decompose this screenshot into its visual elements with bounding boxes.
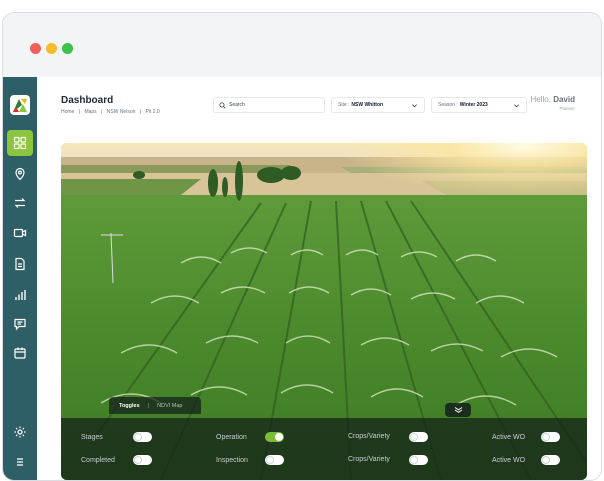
close-window-button[interactable] (30, 43, 41, 54)
nav-item-documents[interactable] (7, 251, 33, 277)
toggle-label-crops-variety-2: Crops/Variety (348, 456, 390, 463)
site-select-value: NSW Whitton (351, 102, 384, 108)
tab-separator: | (147, 402, 150, 409)
breadcrumb-current: Pit 2.0 (145, 109, 160, 115)
document-icon (15, 257, 25, 271)
nav-item-transfers[interactable] (7, 190, 33, 216)
toggle-label-completed: Completed (81, 457, 115, 464)
chevron-double-down-icon (454, 407, 462, 413)
toggle-label-inspection: Inspection (216, 457, 248, 464)
toggle-crops-variety[interactable] (409, 432, 428, 442)
toggle-operation[interactable] (265, 432, 284, 442)
greeting-text: Hello, (530, 95, 551, 104)
user-name: David (553, 95, 575, 104)
toggle-stages[interactable] (133, 432, 152, 442)
nav-item-reports[interactable] (7, 282, 33, 308)
message-icon (14, 318, 26, 331)
title-bar (3, 13, 601, 77)
browser-window: Dashboard Home | Maps | NSW Nelson | Pit… (2, 12, 602, 481)
bar-chart-icon (15, 290, 26, 300)
breadcrumb-separator: | (139, 109, 142, 115)
season-select-label: Season : (438, 102, 458, 108)
breadcrumb: Home | Maps | NSW Nelson | Pit 2.0 (61, 109, 163, 115)
menu-icon (17, 458, 23, 466)
chevron-down-icon (412, 104, 417, 108)
search-icon (219, 101, 226, 109)
maximize-window-button[interactable] (62, 43, 73, 54)
nav-item-video[interactable] (7, 220, 33, 246)
breadcrumb-home[interactable]: Home (61, 109, 74, 115)
field-map-view[interactable]: Toggles | NDVI Map Stages Completed Oper… (61, 143, 587, 480)
collapse-panel-button[interactable] (445, 403, 471, 417)
toggle-label-active-wo: Active WO (492, 434, 526, 441)
nav-item-settings[interactable] (7, 419, 33, 445)
panel-tabs: Toggles | NDVI Map (109, 397, 201, 414)
site-select[interactable]: Site : NSW Whitton (331, 97, 425, 113)
gear-icon (14, 426, 26, 438)
breadcrumb-maps[interactable]: Maps (84, 109, 96, 115)
grid-icon (13, 136, 27, 150)
nav-item-menu[interactable] (7, 449, 33, 475)
toggle-crops-variety-2[interactable] (409, 455, 428, 465)
toggle-inspection[interactable] (265, 455, 284, 465)
breadcrumb-separator: | (101, 109, 103, 115)
season-select-value: Winter 2023 (459, 102, 488, 108)
tab-toggles[interactable]: Toggles (119, 403, 140, 409)
toggle-label-stages: Stages (81, 434, 103, 441)
main-content: Dashboard Home | Maps | NSW Nelson | Pit… (37, 77, 601, 480)
nav-item-messages[interactable] (7, 311, 33, 337)
breadcrumb-separator: | (78, 109, 81, 115)
nav-item-dashboard[interactable] (7, 130, 33, 156)
tab-ndvi-map[interactable]: NDVI Map (157, 403, 182, 409)
season-select[interactable]: Season : Winter 2023 (431, 97, 527, 113)
search-box[interactable] (213, 97, 325, 113)
nav-item-maps[interactable] (7, 161, 33, 187)
sidebar (3, 77, 37, 480)
breadcrumb-nsw-nelson[interactable]: NSW Nelson (107, 109, 136, 115)
map-pin-icon (15, 167, 25, 181)
chevron-down-icon (514, 104, 519, 108)
video-icon (13, 228, 27, 238)
toggle-label-active-wo-2: Active WO (492, 457, 526, 464)
user-greeting[interactable]: Hello, David Planner (531, 95, 575, 111)
toggles-panel: Stages Completed Operation Inspection Cr… (61, 418, 587, 480)
search-input[interactable] (229, 102, 319, 108)
user-role: Planner (559, 106, 575, 111)
page-title: Dashboard (61, 95, 114, 106)
toggle-active-wo[interactable] (541, 432, 560, 442)
app-logo[interactable] (10, 95, 30, 115)
calendar-icon (14, 347, 26, 359)
minimize-window-button[interactable] (46, 43, 57, 54)
toggle-completed[interactable] (133, 455, 152, 465)
nav-item-calendar[interactable] (7, 340, 33, 366)
transfer-icon (14, 198, 26, 208)
toggle-label-operation: Operation (216, 434, 247, 441)
toggle-label-crops-variety: Crops/Variety (348, 433, 390, 440)
toggle-active-wo-2[interactable] (541, 455, 560, 465)
site-select-label: Site : (338, 102, 350, 108)
